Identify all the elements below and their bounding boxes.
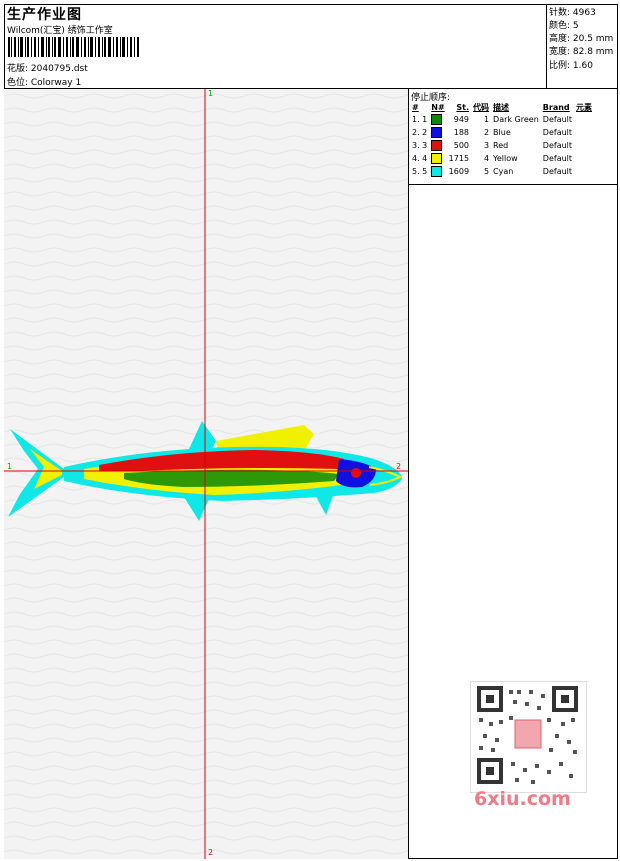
color-swatch xyxy=(431,140,443,151)
qr-code xyxy=(470,681,587,793)
row-index: 3. 3 xyxy=(412,141,428,150)
row-stitches: 1609 xyxy=(448,167,470,176)
row-description: Blue xyxy=(493,128,511,137)
row-brand: Default xyxy=(542,115,573,124)
row-index: 4. 4 xyxy=(412,154,428,163)
colorway: 色位: Colorway 1 xyxy=(7,78,82,88)
row-index: 1. 1 xyxy=(412,115,428,124)
row-swatch xyxy=(429,113,446,126)
row-description: Red xyxy=(493,141,509,150)
header: 生产作业图 Wilcom(汇宝) 绣饰工作室 花版: 2040795.dst 色… xyxy=(4,4,618,89)
qr-logo xyxy=(514,719,542,749)
axis-label-right: 2 xyxy=(396,462,402,471)
col-code: 代码 xyxy=(473,102,490,112)
col-element: 元素 xyxy=(576,102,593,112)
row-stitches: 1715 xyxy=(448,154,470,163)
row-index: 5. 5 xyxy=(412,167,428,176)
row-element xyxy=(574,165,594,178)
col-stitches: St. xyxy=(456,102,470,112)
row-element xyxy=(574,126,594,139)
row-element xyxy=(574,113,594,126)
barcode xyxy=(8,37,139,57)
row-element xyxy=(574,152,594,165)
axis-label-bottom: 2 xyxy=(208,848,214,857)
col-index: # xyxy=(412,102,419,112)
design-width: 宽度: 82.8 mm xyxy=(549,47,614,57)
row-code: 4 xyxy=(483,154,490,163)
row-swatch xyxy=(429,165,446,178)
row-element xyxy=(574,139,594,152)
company-name: Wilcom(汇宝) 绣饰工作室 xyxy=(7,26,113,36)
row-brand: Default xyxy=(542,167,573,176)
axis-label-left: 1 xyxy=(7,462,13,471)
row-stitches: 500 xyxy=(453,141,470,150)
row-swatch xyxy=(429,139,446,152)
stop-sequence-panel: 停止顺序: # N# St. 代码 描述 Brand 元素 1. 1 949 1 Da… xyxy=(409,89,618,185)
row-description: Cyan xyxy=(493,167,514,176)
axis-label-top: 1 xyxy=(208,89,214,98)
col-description: 描述 xyxy=(493,102,510,112)
color-count: 颜色: 5 xyxy=(549,21,579,31)
fish-eye xyxy=(351,468,361,478)
watermark: 6xiu.com xyxy=(474,788,571,810)
embroidery-preview xyxy=(4,89,408,859)
color-swatch xyxy=(431,114,443,125)
row-description: Dark Green xyxy=(493,115,539,124)
row-swatch xyxy=(429,152,446,165)
color-row[interactable]: 3. 3 500 3 Red Default xyxy=(410,139,594,152)
row-code: 3 xyxy=(483,141,490,150)
row-swatch xyxy=(429,126,446,139)
row-code: 2 xyxy=(483,128,490,137)
stats-panel: 针数: 4963 颜色: 5 高度: 20.5 mm 宽度: 82.8 mm 比… xyxy=(547,4,617,88)
design-canvas[interactable]: 1 2 1 2 xyxy=(4,89,409,859)
stitch-count: 针数: 4963 xyxy=(549,8,596,18)
row-stitches: 949 xyxy=(453,115,470,124)
page-title: 生产作业图 xyxy=(7,7,82,23)
row-stitches: 188 xyxy=(453,128,470,137)
color-row[interactable]: 4. 4 1715 4 Yellow Default xyxy=(410,152,594,165)
color-table: # N# St. 代码 描述 Brand 元素 1. 1 949 1 Dark Gre… xyxy=(410,101,594,178)
row-index: 2. 2 xyxy=(412,128,428,137)
row-code: 1 xyxy=(483,115,490,124)
color-swatch xyxy=(431,153,443,164)
scale-ratio: 比例: 1.60 xyxy=(549,61,593,71)
color-swatch xyxy=(431,166,443,177)
col-number: N# xyxy=(431,102,445,112)
color-swatch xyxy=(431,127,443,138)
row-description: Yellow xyxy=(493,154,518,163)
color-row[interactable]: 2. 2 188 2 Blue Default xyxy=(410,126,594,139)
col-brand: Brand xyxy=(542,102,570,112)
header-info: 生产作业图 Wilcom(汇宝) 绣饰工作室 花版: 2040795.dst 色… xyxy=(4,4,547,88)
color-row[interactable]: 5. 5 1609 5 Cyan Default xyxy=(410,165,594,178)
design-height: 高度: 20.5 mm xyxy=(549,34,614,44)
row-brand: Default xyxy=(542,154,573,163)
row-code: 5 xyxy=(483,167,490,176)
qr-code-image xyxy=(477,686,578,784)
color-row[interactable]: 1. 1 949 1 Dark Green Default xyxy=(410,113,594,126)
row-brand: Default xyxy=(542,141,573,150)
design-file: 花版: 2040795.dst xyxy=(7,64,88,74)
row-brand: Default xyxy=(542,128,573,137)
